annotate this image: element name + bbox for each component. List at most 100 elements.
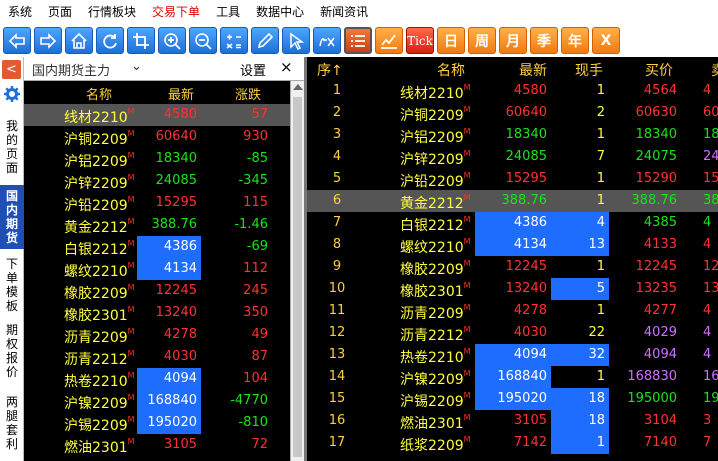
pointer-button[interactable] bbox=[282, 27, 310, 54]
table-row[interactable]: 沥青2209M 4278 49 bbox=[24, 324, 290, 346]
table-row[interactable]: 沪镍2209M 168840 -4770 bbox=[24, 390, 290, 412]
row-index: 6 bbox=[332, 193, 342, 208]
col-bid[interactable]: 买价 bbox=[645, 60, 673, 80]
table-row[interactable]: 沪锡2209M 195020 -810 bbox=[24, 412, 290, 434]
col-seq[interactable]: 序↑ bbox=[317, 60, 343, 80]
menu-market-sectors[interactable]: 行情板块 bbox=[80, 0, 144, 24]
side-tab-2[interactable]: 国内期货 bbox=[0, 185, 24, 249]
last-price: 4030 bbox=[163, 349, 197, 364]
bid-price: 4029 bbox=[643, 325, 677, 340]
table-row[interactable]: 3 沪铝2209M 18340 1 18340 18 bbox=[307, 124, 718, 146]
ask-price: 4 bbox=[703, 215, 712, 230]
contract-name: 橡胶2209M bbox=[64, 283, 135, 303]
side-tab-1[interactable]: 我的页面 bbox=[0, 115, 24, 175]
chart-view-button[interactable] bbox=[375, 27, 403, 54]
menu-page[interactable]: 页面 bbox=[40, 0, 80, 24]
col-change[interactable]: 涨跌 bbox=[235, 84, 261, 103]
table-row[interactable]: 橡胶2209M 12245 245 bbox=[24, 280, 290, 302]
table-row[interactable]: 线材2210M 4580 57 bbox=[24, 104, 290, 126]
settings-button[interactable]: 设置 bbox=[240, 60, 266, 79]
table-row[interactable]: 5 沪铅2209M 15295 1 15290 15 bbox=[307, 168, 718, 190]
close-panel-button[interactable]: × bbox=[280, 58, 293, 76]
menu-data-center[interactable]: 数据中心 bbox=[248, 0, 312, 24]
table-row[interactable]: 热卷2210M 4094 104 bbox=[24, 368, 290, 390]
table-row[interactable]: 1 线材2210M 4580 1 4564 4 bbox=[307, 80, 718, 102]
period-month-button[interactable]: 月 bbox=[499, 27, 527, 54]
col-name[interactable]: 名称 bbox=[86, 84, 112, 103]
table-row[interactable]: 沪铅2209M 15295 115 bbox=[24, 192, 290, 214]
bid-price: 15290 bbox=[635, 171, 677, 186]
table-row[interactable]: 10 橡胶2301M 13240 5 13235 13 bbox=[307, 278, 718, 300]
left-scrollbar[interactable] bbox=[290, 81, 304, 461]
menu-tools[interactable]: 工具 bbox=[208, 0, 248, 24]
current-volume: 1 bbox=[596, 171, 605, 186]
col-name[interactable]: 名称 bbox=[437, 60, 465, 80]
crop-button[interactable] bbox=[127, 27, 155, 54]
table-row[interactable]: 15 沪锡2209M 195020 18 195000 19 bbox=[307, 388, 718, 410]
contract-name-text: 沪铝2209 bbox=[400, 130, 464, 146]
table-row[interactable]: 2 沪铜2209M 60640 2 60630 60 bbox=[307, 102, 718, 124]
price-change: -85 bbox=[246, 151, 268, 166]
period-week-button[interactable]: 周 bbox=[468, 27, 496, 54]
contract-name: 沪镍2209M bbox=[64, 393, 135, 413]
collapse-sidebar-button[interactable]: < bbox=[2, 60, 21, 79]
table-row[interactable]: 6 黄金2212M 388.76 1 388.76 38 bbox=[307, 190, 718, 212]
zoom-out-button[interactable] bbox=[189, 27, 217, 54]
current-volume: 18 bbox=[551, 410, 609, 432]
table-row[interactable]: 沪铜2209M 60640 930 bbox=[24, 126, 290, 148]
col-last[interactable]: 最新 bbox=[519, 60, 547, 80]
formula-button[interactable] bbox=[220, 27, 248, 54]
table-row[interactable]: 沥青2212M 4030 87 bbox=[24, 346, 290, 368]
table-row[interactable]: 12 沥青2212M 4030 22 4029 4 bbox=[307, 322, 718, 344]
side-tab-5[interactable]: 两腿套利 bbox=[0, 391, 24, 451]
list-view-button[interactable] bbox=[344, 27, 372, 54]
forward-button[interactable] bbox=[34, 27, 62, 54]
menu-news[interactable]: 新闻资讯 bbox=[312, 0, 376, 24]
col-ask[interactable]: 卖 bbox=[711, 60, 718, 80]
function-button[interactable] bbox=[313, 27, 341, 54]
table-row[interactable]: 沪铝2209M 18340 -85 bbox=[24, 148, 290, 170]
zoom-in-button[interactable] bbox=[158, 27, 186, 54]
table-row[interactable]: 17 纸浆2209M 7142 1 7140 7 bbox=[307, 432, 718, 454]
col-volume[interactable]: 现手 bbox=[575, 60, 603, 80]
table-row[interactable]: 16 燃油2301M 3105 18 3104 3 bbox=[307, 410, 718, 432]
side-tab-3[interactable]: 下单模板 bbox=[0, 253, 24, 313]
table-row[interactable]: 13 热卷2210M 4094 32 4094 4 bbox=[307, 344, 718, 366]
row-index: 16 bbox=[328, 413, 346, 428]
table-row[interactable]: 螺纹2210M 4134 112 bbox=[24, 258, 290, 280]
table-row[interactable]: 11 沥青2209M 4278 1 4277 4 bbox=[307, 300, 718, 322]
draw-button[interactable] bbox=[251, 27, 279, 54]
tick-button[interactable]: Tick bbox=[406, 27, 434, 54]
table-row[interactable]: 9 橡胶2209M 12245 1 12245 12 bbox=[307, 256, 718, 278]
table-row[interactable]: 黄金2212M 388.76 -1.46 bbox=[24, 214, 290, 236]
table-row[interactable]: 沪锌2209M 24085 -345 bbox=[24, 170, 290, 192]
period-year-button[interactable]: 年 bbox=[561, 27, 589, 54]
contract-name: 沪铝2209M bbox=[64, 151, 135, 171]
gear-icon[interactable] bbox=[3, 85, 21, 103]
refresh-button[interactable] bbox=[96, 27, 124, 54]
col-last[interactable]: 最新 bbox=[168, 84, 194, 103]
menu-trade-order[interactable]: 交易下单 bbox=[144, 0, 208, 24]
table-row[interactable]: 8 螺纹2210M 4134 13 4133 4 bbox=[307, 234, 718, 256]
scroll-thumb[interactable] bbox=[293, 97, 302, 457]
home-button[interactable] bbox=[65, 27, 93, 54]
toolbar-close-button[interactable]: X bbox=[592, 27, 620, 54]
left-panel-title[interactable]: 国内期货主力 bbox=[32, 60, 110, 79]
table-row[interactable]: 燃油2301M 3105 72 bbox=[24, 434, 290, 456]
scroll-up-icon[interactable] bbox=[293, 84, 303, 90]
chevron-down-icon[interactable]: ⌄ bbox=[131, 59, 142, 74]
table-row[interactable]: 4 沪锌2209M 24085 7 24075 24 bbox=[307, 146, 718, 168]
period-day-button[interactable]: 日 bbox=[437, 27, 465, 54]
table-row[interactable]: 白银2212M 4386 -69 bbox=[24, 236, 290, 258]
ask-price: 60 bbox=[703, 105, 718, 120]
main-contract-mark: M bbox=[127, 393, 135, 403]
table-row[interactable]: 14 沪镍2209M 168840 1 168830 16 bbox=[307, 366, 718, 388]
price-change: -345 bbox=[238, 173, 268, 188]
back-button[interactable] bbox=[3, 27, 31, 54]
table-row[interactable]: 橡胶2301M 13240 350 bbox=[24, 302, 290, 324]
table-row[interactable]: 7 白银2212M 4386 4 4385 4 bbox=[307, 212, 718, 234]
period-quarter-button[interactable]: 季 bbox=[530, 27, 558, 54]
side-tab-4[interactable]: 期权报价 bbox=[0, 319, 24, 381]
current-volume: 1 bbox=[596, 369, 605, 384]
menu-system[interactable]: 系统 bbox=[0, 0, 40, 24]
